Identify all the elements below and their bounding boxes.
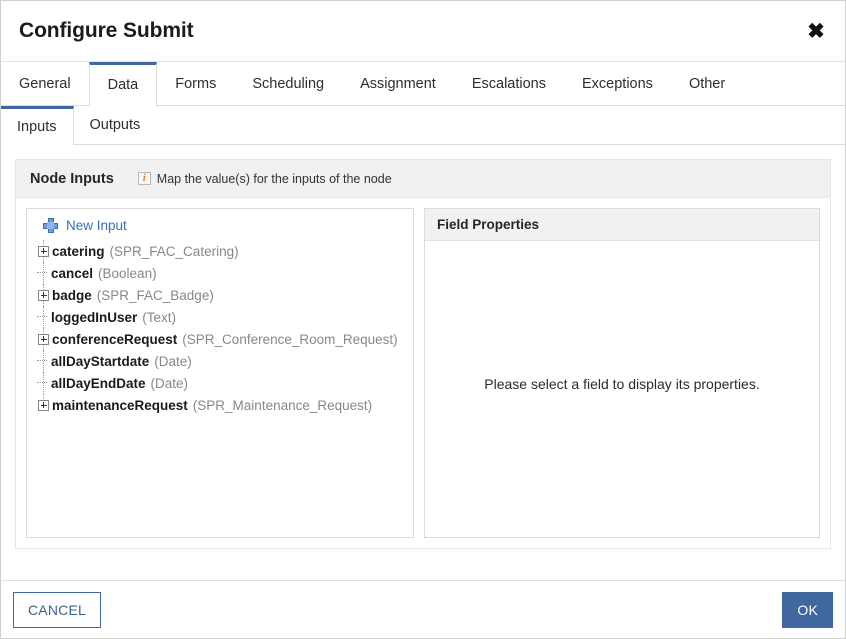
tree-node-badge[interactable]: badge (SPR_FAC_Badge) [27,284,413,306]
new-input-button[interactable]: New Input [27,218,413,240]
tree-node-alldaystartdate[interactable]: allDayStartdate (Date) [27,350,413,372]
tree-node-catering[interactable]: catering (SPR_FAC_Catering) [27,240,413,262]
tab-exceptions[interactable]: Exceptions [564,62,671,105]
tree-node-conferencerequest[interactable]: conferenceRequest (SPR_Conference_Room_R… [27,328,413,350]
tree-node-type: (SPR_Conference_Room_Request) [182,332,397,347]
tab-escalations[interactable]: Escalations [454,62,564,105]
inputs-tree-pane: New Input catering (SPR_FAC_Catering) ca… [26,208,414,538]
field-properties-empty-message: Please select a field to display its pro… [425,241,819,537]
tree-connector-icon [37,360,47,362]
tree-node-alldayenddate[interactable]: allDayEndDate (Date) [27,372,413,394]
page-title: Configure Submit [1,19,194,43]
dialog-header: Configure Submit ✖ [1,1,845,62]
tree-node-type: (Text) [142,310,176,325]
expand-plus-icon[interactable] [38,400,49,411]
tab-general[interactable]: General [1,62,89,105]
tree-node-type: (Date) [151,376,189,391]
tree-node-type: (SPR_Maintenance_Request) [193,398,372,413]
tree-node-name: conferenceRequest [52,332,177,347]
subtab-inputs[interactable]: Inputs [1,106,74,145]
tree-node-name: cancel [51,266,93,281]
tree-node-name: allDayStartdate [51,354,149,369]
tree-node-type: (SPR_FAC_Badge) [97,288,214,303]
tree-node-type: (SPR_FAC_Catering) [110,244,239,259]
tree-node-name: maintenanceRequest [52,398,188,413]
tree-node-name: badge [52,288,92,303]
expand-plus-icon[interactable] [38,334,49,345]
new-input-label: New Input [66,218,127,233]
tree-node-name: allDayEndDate [51,376,146,391]
close-icon[interactable]: ✖ [801,16,831,46]
node-inputs-hint-text: Map the value(s) for the inputs of the n… [157,172,392,186]
tab-forms[interactable]: Forms [157,62,234,105]
plus-icon [43,218,58,233]
tree-node-name: catering [52,244,105,259]
inputs-tree: New Input catering (SPR_FAC_Catering) ca… [27,209,413,416]
node-inputs-section: Node Inputs i Map the value(s) for the i… [15,159,831,549]
node-inputs-hint: i Map the value(s) for the inputs of the… [138,172,392,186]
tree-node-type: (Date) [154,354,192,369]
tree-node-cancel[interactable]: cancel (Boolean) [27,262,413,284]
field-properties-pane: Field Properties Please select a field t… [424,208,820,538]
sub-tab-bar: Inputs Outputs [1,106,845,145]
tree-connector-icon [37,316,47,318]
cancel-button[interactable]: CANCEL [13,592,101,628]
tab-other[interactable]: Other [671,62,743,105]
subtab-outputs[interactable]: Outputs [74,106,157,144]
tree-node-loggedinuser[interactable]: loggedInUser (Text) [27,306,413,328]
tab-data[interactable]: Data [89,62,158,106]
ok-button[interactable]: OK [782,592,833,628]
node-inputs-title: Node Inputs [30,171,114,187]
dialog-body: Node Inputs i Map the value(s) for the i… [1,145,845,580]
info-icon: i [138,172,151,185]
node-inputs-header: Node Inputs i Map the value(s) for the i… [16,160,830,198]
tab-scheduling[interactable]: Scheduling [234,62,342,105]
tree-node-maintenancerequest[interactable]: maintenanceRequest (SPR_Maintenance_Requ… [27,394,413,416]
tree-node-name: loggedInUser [51,310,137,325]
tree-node-type: (Boolean) [98,266,157,281]
expand-plus-icon[interactable] [38,246,49,257]
expand-plus-icon[interactable] [38,290,49,301]
tree-connector-icon [37,382,47,384]
tree-connector-icon [37,272,47,274]
field-properties-title: Field Properties [425,209,819,241]
dialog-footer: CANCEL OK [1,580,845,638]
configure-submit-dialog: Configure Submit ✖ General Data Forms Sc… [0,0,846,639]
primary-tab-bar: General Data Forms Scheduling Assignment… [1,62,845,106]
panes-container: New Input catering (SPR_FAC_Catering) ca… [16,198,830,548]
tab-assignment[interactable]: Assignment [342,62,454,105]
